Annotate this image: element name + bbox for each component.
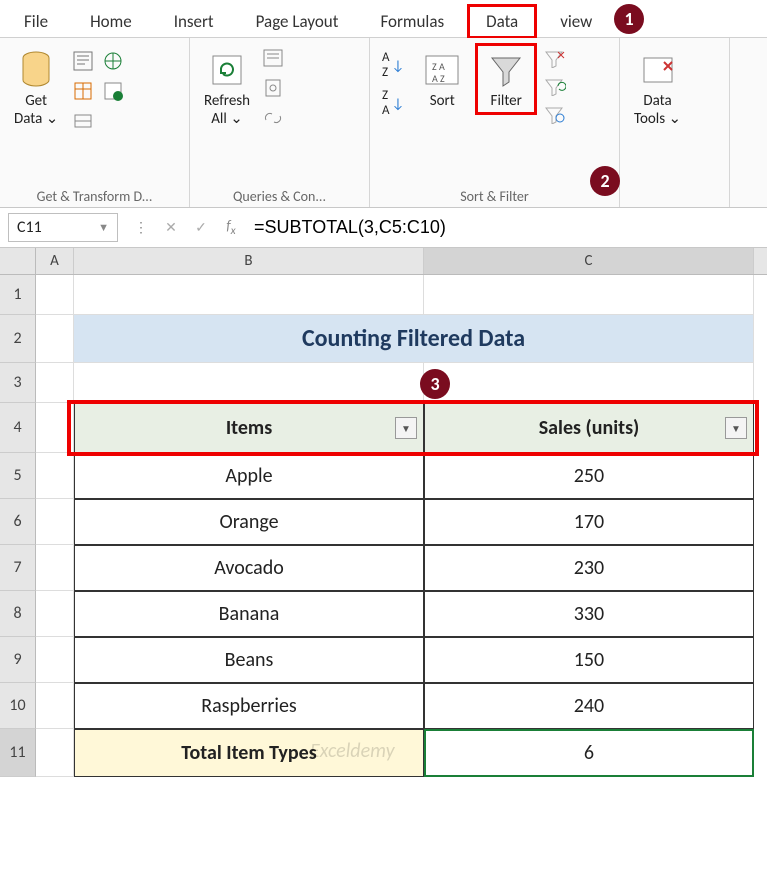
tab-home[interactable]: Home <box>72 5 150 38</box>
data-tools-icon <box>638 48 678 92</box>
clear-filter-icon[interactable] <box>542 48 566 72</box>
filter-dropdown-items[interactable]: ▼ <box>395 417 417 439</box>
item-cell[interactable]: Apple <box>74 453 424 499</box>
callout-2: 2 <box>590 166 620 196</box>
svg-text:A Z: A Z <box>432 72 445 85</box>
sort-dialog-icon: Z AA Z <box>422 48 462 92</box>
title-cell[interactable]: Counting Filtered Data <box>74 315 754 363</box>
sales-cell[interactable]: 230 <box>424 545 754 591</box>
row-header[interactable]: 7 <box>0 545 36 591</box>
advanced-filter-icon[interactable] <box>542 104 566 128</box>
recent-sources-icon[interactable] <box>100 78 126 104</box>
sales-cell[interactable]: 170 <box>424 499 754 545</box>
sort-button[interactable]: Z AA Z Sort <box>414 44 470 114</box>
filter-dropdown-sales[interactable]: ▼ <box>725 417 747 439</box>
tab-data[interactable]: Data <box>468 5 536 38</box>
sort-asc-button[interactable]: AZ ↓ <box>378 48 408 82</box>
queries-icon[interactable] <box>262 48 284 72</box>
ribbon-tabs: File Home Insert Page Layout Formulas Da… <box>0 0 767 38</box>
chevron-down-icon: ▼ <box>98 221 109 234</box>
fx-icon[interactable]: fx <box>216 217 246 238</box>
group-label-data-tools <box>628 201 721 205</box>
formula-input[interactable] <box>246 213 767 242</box>
worksheet: A B C 1 2 Counting Filtered Data 3 3 4 I… <box>0 248 767 777</box>
row-header[interactable]: 9 <box>0 637 36 683</box>
sales-cell[interactable]: 150 <box>424 637 754 683</box>
row-header[interactable]: 10 <box>0 683 36 729</box>
sales-cell[interactable]: 240 <box>424 683 754 729</box>
col-header-A[interactable]: A <box>36 248 74 274</box>
group-label-transform: Get & Transform D... <box>8 184 181 205</box>
total-value-cell[interactable]: 6 <box>424 729 754 777</box>
fx-separator-icon: ⋮ <box>126 219 156 236</box>
total-label-cell[interactable]: Total Item Types <box>74 729 424 777</box>
item-cell[interactable]: Beans <box>74 637 424 683</box>
from-text-icon[interactable] <box>70 48 96 74</box>
col-header-C[interactable]: C <box>424 248 754 274</box>
row-header[interactable]: 4 <box>0 403 36 453</box>
tab-file[interactable]: File <box>6 5 66 38</box>
formula-bar-row: C11 ▼ ⋮ ✕ ✓ fx <box>0 208 767 248</box>
select-all-cell[interactable] <box>0 248 36 274</box>
row-header[interactable]: 6 <box>0 499 36 545</box>
existing-conn-icon[interactable] <box>70 108 96 134</box>
row-header[interactable]: 11 <box>0 729 36 777</box>
item-cell[interactable]: Banana <box>74 591 424 637</box>
header-sales[interactable]: Sales (units) ▼ <box>424 403 754 453</box>
sales-cell[interactable]: 330 <box>424 591 754 637</box>
group-label-queries: Queries & Con... <box>198 184 361 205</box>
cancel-formula-icon[interactable]: ✕ <box>156 219 186 236</box>
sales-cell[interactable]: 250 <box>424 453 754 499</box>
tab-formulas[interactable]: Formulas <box>362 5 462 38</box>
tab-view[interactable]: view <box>542 5 610 38</box>
sort-desc-button[interactable]: ZA ↓ <box>378 86 408 120</box>
item-cell[interactable]: Raspberries <box>74 683 424 729</box>
funnel-icon <box>486 48 526 92</box>
callout-3: 3 <box>420 369 450 399</box>
row-header[interactable]: 2 <box>0 315 36 363</box>
sort-asc-icon: AZ <box>382 50 390 80</box>
tab-page-layout[interactable]: Page Layout <box>238 5 357 38</box>
name-box[interactable]: C11 ▼ <box>8 213 118 242</box>
tab-insert[interactable]: Insert <box>156 5 232 38</box>
properties-icon[interactable] <box>262 78 284 102</box>
row-header[interactable]: 8 <box>0 591 36 637</box>
row-header[interactable]: 5 <box>0 453 36 499</box>
from-web-icon[interactable] <box>100 48 126 74</box>
accept-formula-icon[interactable]: ✓ <box>186 219 216 236</box>
col-header-B[interactable]: B <box>74 248 424 274</box>
callout-1: 1 <box>614 4 644 34</box>
filter-button[interactable]: Filter <box>476 44 536 114</box>
sort-desc-icon: ZA <box>382 88 390 118</box>
from-table-icon[interactable] <box>70 78 96 104</box>
get-data-button[interactable]: Get Data ⌄ <box>8 44 64 132</box>
refresh-icon <box>207 48 247 92</box>
row-header[interactable]: 1 <box>0 275 36 315</box>
ribbon: Get Data ⌄ Get & Transform D... Refresh … <box>0 38 767 208</box>
refresh-all-button[interactable]: Refresh All ⌄ <box>198 44 256 132</box>
group-label-sort-filter: Sort & Filter <box>378 184 611 205</box>
row-header[interactable]: 3 <box>0 363 36 403</box>
item-cell[interactable]: Avocado <box>74 545 424 591</box>
data-tools-button[interactable]: Data Tools ⌄ <box>628 44 687 132</box>
item-cell[interactable]: Orange <box>74 499 424 545</box>
edit-links-icon[interactable] <box>262 108 284 132</box>
header-items[interactable]: Items ▼ <box>74 403 424 453</box>
reapply-filter-icon[interactable] <box>542 76 566 100</box>
database-icon <box>19 48 53 92</box>
